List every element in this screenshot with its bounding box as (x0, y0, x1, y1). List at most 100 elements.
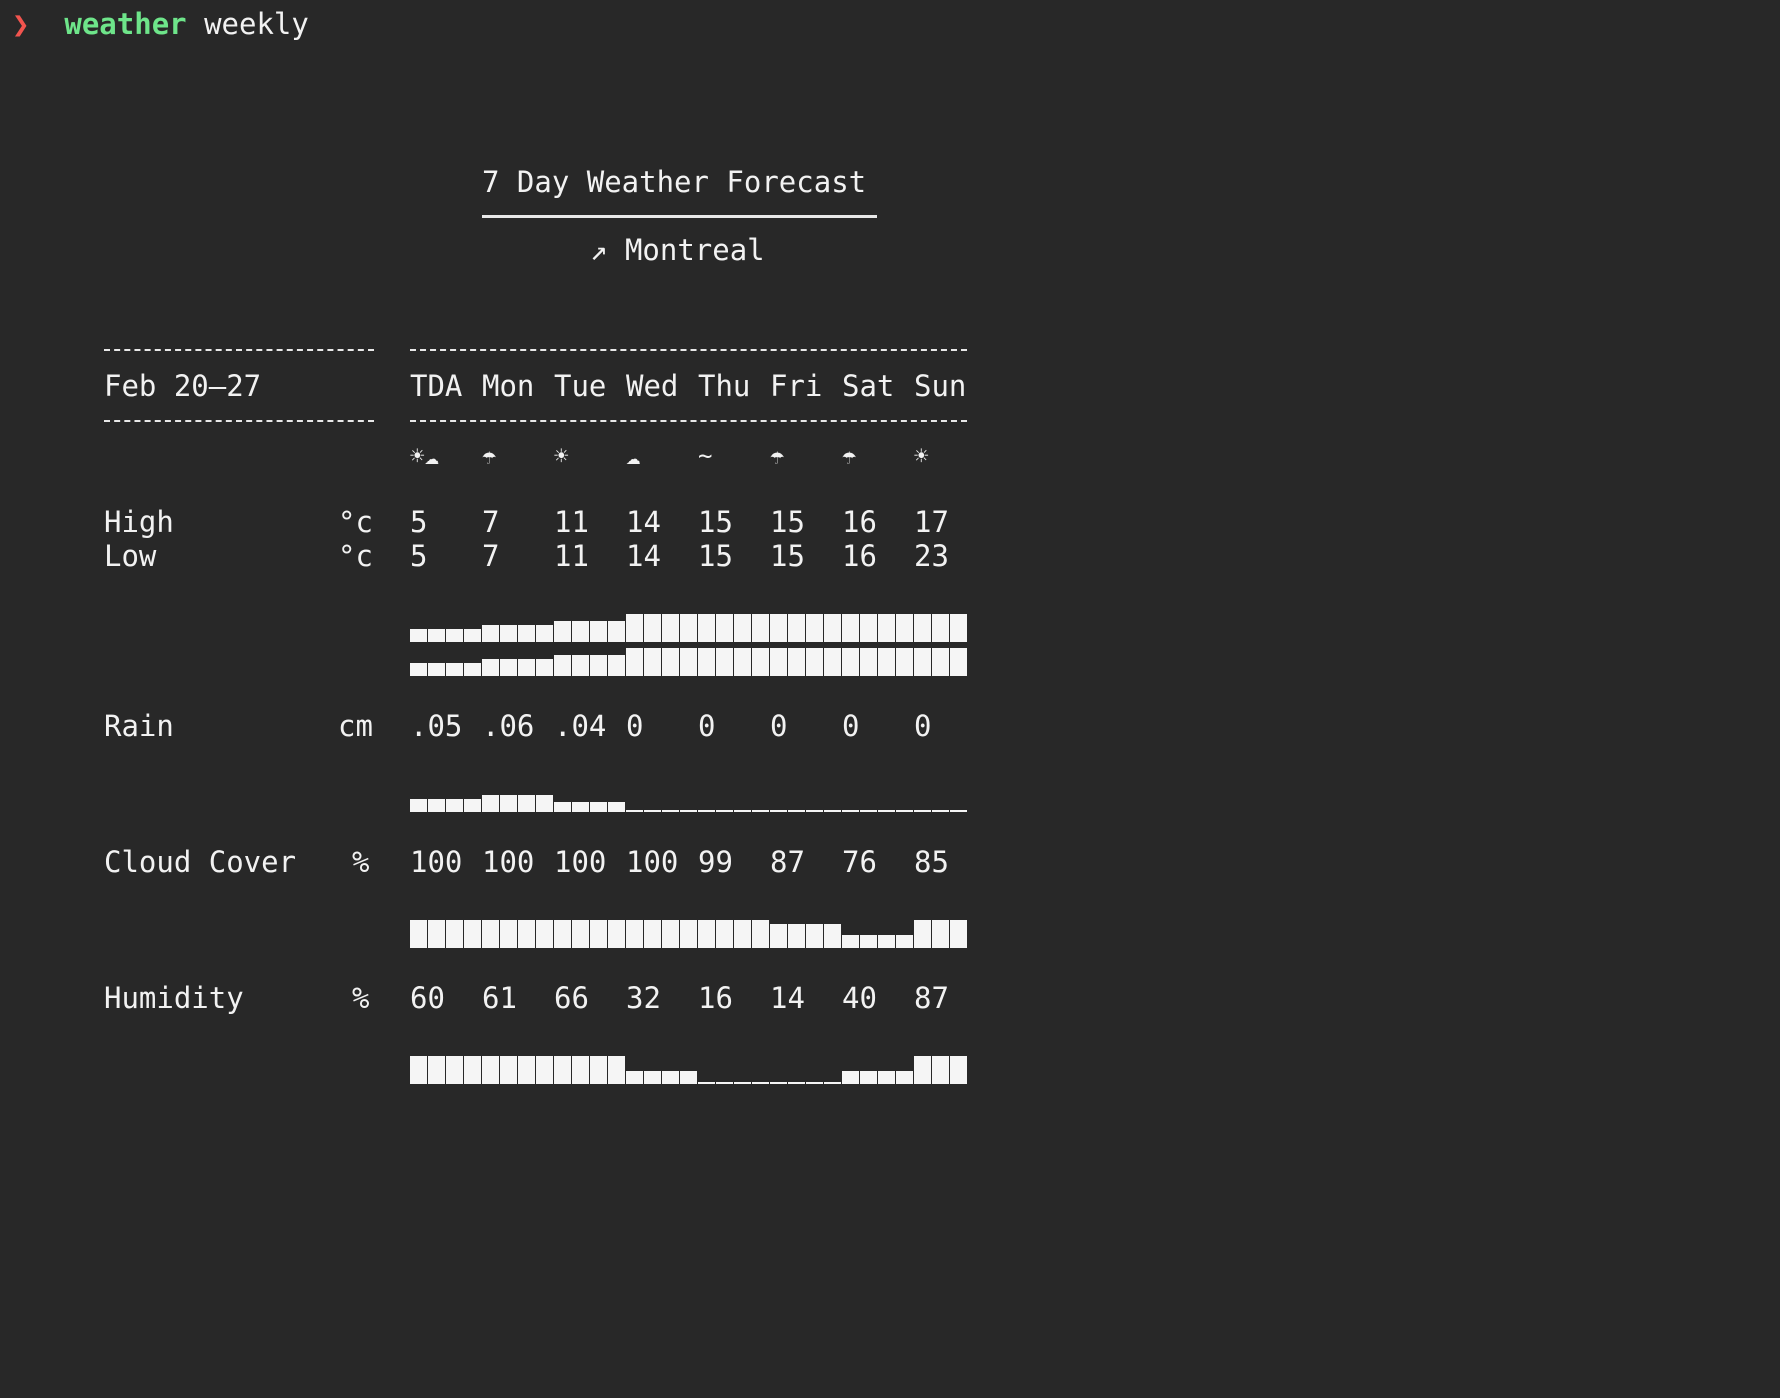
bar-cell (446, 629, 463, 642)
high-value: 17 (914, 505, 949, 539)
bar-cell (860, 935, 877, 948)
bar-cell (680, 614, 697, 642)
bar-cell (896, 614, 913, 642)
low-bar-row (410, 646, 968, 676)
bar-cell (698, 920, 715, 948)
bar-cell (842, 614, 859, 642)
humidity-value: 87 (914, 981, 949, 1015)
day-header-wed: Wed (626, 369, 679, 403)
terminal-prompt: ❯ weather weekly (12, 10, 309, 39)
bar-cell (914, 1056, 931, 1084)
bar-cell (896, 810, 913, 812)
bar-cell (878, 935, 895, 948)
high-unit: °c (338, 505, 373, 539)
cloud-value: 100 (482, 845, 535, 879)
bar-cell (932, 810, 949, 812)
bar-cell (446, 920, 463, 948)
bar-cell (518, 659, 535, 676)
humidity-label: Humidity (104, 981, 244, 1015)
prompt-command: weather (64, 7, 187, 41)
header-rule-left-top (104, 349, 374, 351)
low-label: Low (104, 539, 157, 573)
header-rule-right-bottom (410, 420, 967, 422)
bar-cell (410, 1056, 427, 1084)
bar-cell (806, 614, 823, 642)
bar-cell (644, 648, 661, 676)
bar-cell (932, 614, 949, 642)
bar-cell (500, 920, 517, 948)
bar-cell (896, 648, 913, 676)
bar-cell (860, 1071, 877, 1084)
rain-value: .05 (410, 709, 463, 743)
high-value: 16 (842, 505, 877, 539)
sun-cloud-icon: ☀☁ (410, 442, 439, 470)
bar-cell (590, 621, 607, 642)
bar-cell (770, 810, 787, 812)
bar-cell (590, 1056, 607, 1084)
high-value: 15 (770, 505, 805, 539)
bar-cell (608, 655, 625, 676)
wind-icon: ~ (698, 442, 713, 470)
day-header-fri: Fri (770, 369, 823, 403)
bar-cell (554, 621, 571, 642)
bar-cell (428, 629, 445, 642)
low-value: 11 (554, 539, 589, 573)
humidity-value: 66 (554, 981, 589, 1015)
bar-cell (464, 629, 481, 642)
bar-cell (464, 663, 481, 676)
bar-cell (824, 1082, 841, 1084)
bar-cell (590, 655, 607, 676)
prompt-argument: weekly (204, 7, 309, 41)
bar-cell (626, 810, 643, 812)
bar-cell (428, 1056, 445, 1084)
header-rule-left-bottom (104, 420, 374, 422)
bar-cell (428, 799, 445, 812)
bar-cell (554, 920, 571, 948)
bar-cell (644, 810, 661, 812)
day-header-sat: Sat (842, 369, 895, 403)
bar-cell (842, 935, 859, 948)
bar-cell (716, 920, 733, 948)
low-value: 15 (698, 539, 733, 573)
cloud-icon: ☁ (626, 442, 641, 470)
bar-cell (410, 920, 427, 948)
bar-cell (662, 810, 679, 812)
bar-cell (734, 648, 751, 676)
bar-cell (824, 614, 841, 642)
low-value: 14 (626, 539, 661, 573)
rain-value: 0 (914, 709, 932, 743)
rain-unit: cm (338, 709, 373, 743)
bar-cell (518, 920, 535, 948)
humidity-value: 32 (626, 981, 661, 1015)
bar-cell (644, 920, 661, 948)
bar-cell (572, 802, 589, 812)
sun-icon: ☀ (914, 442, 929, 470)
bar-cell (752, 810, 769, 812)
bar-cell (878, 614, 895, 642)
umbrella-icon: ☂ (842, 442, 857, 470)
bar-cell (860, 648, 877, 676)
location-arrow-icon: ↗ (590, 233, 608, 267)
sun-icon: ☀ (554, 442, 569, 470)
bar-cell (842, 648, 859, 676)
bar-cell (950, 614, 967, 642)
bar-cell (662, 648, 679, 676)
bar-cell (464, 1056, 481, 1084)
humidity-value: 14 (770, 981, 805, 1015)
title-underline (482, 215, 877, 218)
cloud-bar-row (410, 918, 968, 948)
bar-cell (644, 614, 661, 642)
cloud-value: 100 (626, 845, 679, 879)
bar-cell (788, 648, 805, 676)
low-value: 15 (770, 539, 805, 573)
bar-cell (716, 1082, 733, 1084)
bar-cell (680, 1071, 697, 1084)
header-rule-right-top (410, 349, 967, 351)
bar-cell (878, 648, 895, 676)
bar-cell (572, 1056, 589, 1084)
bar-cell (770, 924, 787, 948)
rain-value: 0 (770, 709, 788, 743)
bar-cell (590, 920, 607, 948)
bar-cell (482, 625, 499, 642)
prompt-arrow-icon: ❯ (12, 7, 30, 41)
